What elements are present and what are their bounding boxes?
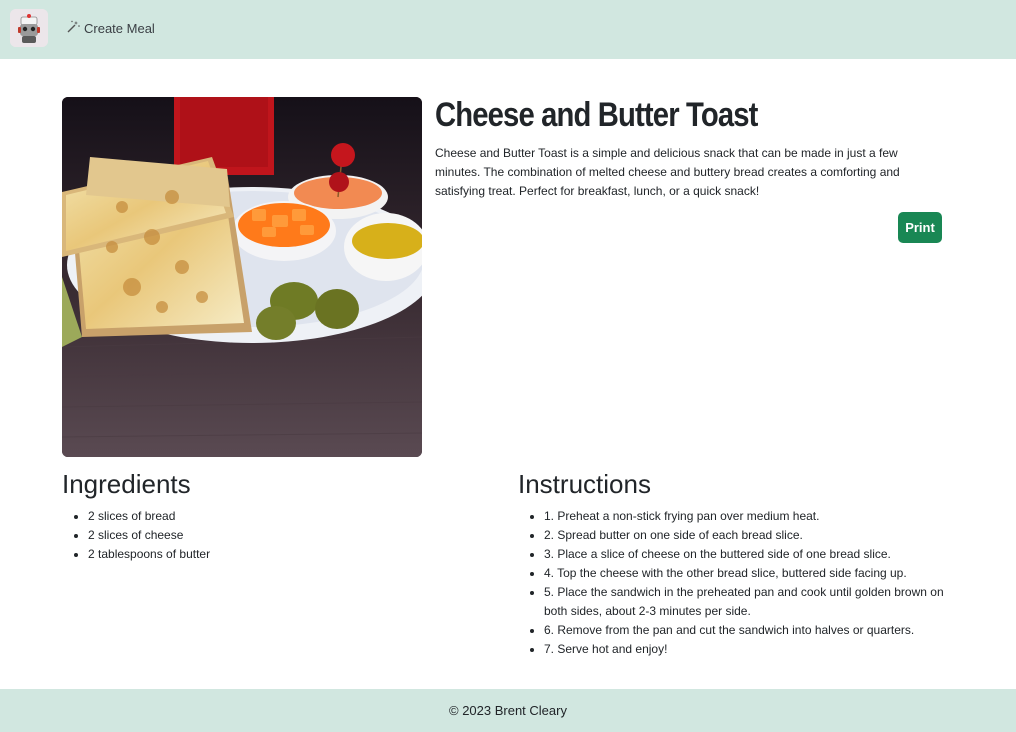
- create-meal-label: Create Meal: [84, 20, 155, 36]
- ingredients-heading: Ingredients: [62, 469, 191, 499]
- robot-chef-icon[interactable]: [10, 9, 48, 47]
- list-item: 2 slices of bread: [88, 507, 488, 526]
- recipe-title: Cheese and Butter Toast: [435, 96, 758, 134]
- recipe-photo: [62, 97, 422, 457]
- list-item: 3. Place a slice of cheese on the butter…: [544, 545, 970, 564]
- list-item: 2 tablespoons of butter: [88, 545, 488, 564]
- magic-wand-icon: [67, 20, 80, 36]
- copyright-text: © 2023 Brent Cleary: [449, 703, 567, 718]
- list-item: 1. Preheat a non-stick frying pan over m…: [544, 507, 970, 526]
- navbar: Create Meal: [0, 0, 1016, 59]
- list-item: 2. Spread butter on one side of each bre…: [544, 526, 970, 545]
- list-item: 2 slices of cheese: [88, 526, 488, 545]
- ingredients-list: 2 slices of bread 2 slices of cheese 2 t…: [62, 507, 488, 564]
- recipe-description: Cheese and Butter Toast is a simple and …: [435, 146, 900, 198]
- create-meal-link[interactable]: Create Meal: [67, 20, 155, 36]
- list-item: 7. Serve hot and enjoy!: [544, 640, 970, 659]
- instructions-heading: Instructions: [518, 469, 651, 499]
- print-button[interactable]: Print: [898, 212, 942, 243]
- list-item: 5. Place the sandwich in the preheated p…: [544, 583, 970, 621]
- footer: © 2023 Brent Cleary: [0, 689, 1016, 732]
- instructions-list: 1. Preheat a non-stick frying pan over m…: [518, 507, 970, 659]
- list-item: 6. Remove from the pan and cut the sandw…: [544, 621, 970, 640]
- list-item: 4. Top the cheese with the other bread s…: [544, 564, 970, 583]
